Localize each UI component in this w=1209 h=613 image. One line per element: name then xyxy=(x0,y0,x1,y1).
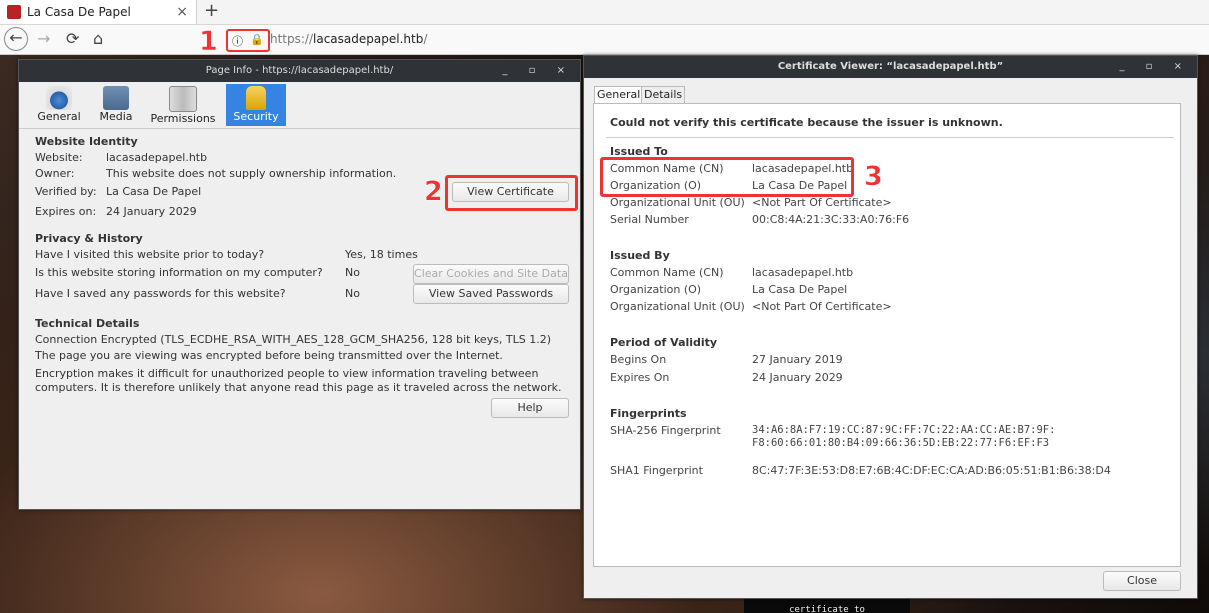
owner-label: Owner: xyxy=(35,167,75,180)
encryption-line-2: The page you are viewing was encrypted b… xyxy=(35,349,503,362)
storing-question: Is this website storing information on m… xyxy=(35,266,323,279)
website-identity-heading: Website Identity xyxy=(35,135,138,148)
verified-by-label: Verified by: xyxy=(35,185,97,198)
expires-on-value: 24 January 2029 xyxy=(752,371,843,384)
issued-to-ou-value: <Not Part Of Certificate> xyxy=(752,196,892,209)
new-tab-button[interactable]: + xyxy=(204,0,219,22)
annotation-number-3: 3 xyxy=(864,161,883,192)
annotation-number-2: 2 xyxy=(424,176,443,207)
visited-answer: Yes, 18 times xyxy=(345,248,418,261)
issued-by-cn-value: lacasadepapel.htb xyxy=(752,266,854,279)
tab-general[interactable]: General xyxy=(33,84,85,126)
page-info-title: Page Info - https://lacasadepapel.htb/ xyxy=(205,65,394,76)
tab-media-label: Media xyxy=(99,110,133,123)
website-value: lacasadepapel.htb xyxy=(106,151,208,164)
window-controls[interactable]: _ ▫ × xyxy=(1119,56,1191,78)
sha1-label: SHA1 Fingerprint xyxy=(610,464,703,477)
forward-button[interactable]: → xyxy=(37,29,50,49)
certificate-viewer-titlebar: Certificate Viewer: “lacasadepapel.htb” … xyxy=(584,56,1197,78)
page-info-window: Page Info - https://lacasadepapel.htb/ _… xyxy=(18,59,581,510)
issued-to-ou-label: Organizational Unit (OU) xyxy=(610,196,745,209)
issued-by-cn-label: Common Name (CN) xyxy=(610,266,724,279)
back-button[interactable]: ← xyxy=(4,27,28,51)
page-info-toolbar: General Media Permissions Security xyxy=(19,82,580,129)
tab-media[interactable]: Media xyxy=(91,84,141,126)
close-button[interactable]: Close xyxy=(1103,571,1181,591)
lock-warning-icon: 🔒 xyxy=(250,33,264,46)
tab-security-label: Security xyxy=(233,110,279,123)
clear-cookies-button[interactable]: Clear Cookies and Site Data xyxy=(413,264,569,284)
url-bar[interactable]: ⓘ 🔒 https://lacasadepapel.htb/ xyxy=(224,29,1209,52)
tab-permissions-label: Permissions xyxy=(150,112,216,125)
security-lock-icon xyxy=(246,86,266,110)
tab-title: La Casa De Papel xyxy=(27,5,131,19)
fingerprints-heading: Fingerprints xyxy=(610,407,687,420)
sha256-value-line-1: 34:A6:8A:F7:19:CC:87:9C:FF:7C:22:AA:CC:A… xyxy=(752,424,1056,436)
serial-number-value: 00:C8:4A:21:3C:33:A0:76:F6 xyxy=(752,213,910,226)
connection-encrypted-text: Connection Encrypted (TLS_ECDHE_RSA_WITH… xyxy=(35,333,552,346)
validity-heading: Period of Validity xyxy=(610,336,718,349)
technical-details-heading: Technical Details xyxy=(35,317,140,330)
window-controls[interactable]: _ ▫ × xyxy=(502,60,574,82)
reload-button[interactable]: ⟳ xyxy=(66,29,79,49)
visited-question: Have I visited this website prior to tod… xyxy=(35,248,265,261)
begins-on-value: 27 January 2019 xyxy=(752,353,843,366)
owner-value: This website does not supply ownership i… xyxy=(106,167,397,180)
help-button[interactable]: Help xyxy=(491,398,569,418)
tab-bar: La Casa De Papel × + xyxy=(0,0,1209,25)
expires-on-label: Expires on: xyxy=(35,205,97,218)
page-info-titlebar: Page Info - https://lacasadepapel.htb/ _… xyxy=(19,60,580,82)
sha1-value: 8C:47:7F:3E:53:D8:E7:6B:4C:DF:EC:CA:AD:B… xyxy=(752,464,1111,477)
annotation-number-1: 1 xyxy=(199,26,218,57)
tab-permissions[interactable]: Permissions xyxy=(147,84,219,126)
tab-cert-general[interactable]: General xyxy=(594,86,644,104)
general-icon xyxy=(46,86,72,110)
expires-on-value: 24 January 2029 xyxy=(106,205,197,218)
encryption-line-3: Encryption makes it difficult for unauth… xyxy=(35,367,539,380)
browser-tab[interactable]: La Casa De Papel × xyxy=(0,0,197,24)
divider xyxy=(606,137,1174,138)
site-identity-button[interactable]: ⓘ 🔒 xyxy=(226,29,270,52)
expires-on-label: Expires On xyxy=(610,371,670,384)
sha256-label: SHA-256 Fingerprint xyxy=(610,424,721,437)
view-saved-passwords-button[interactable]: View Saved Passwords xyxy=(413,284,569,304)
url-scheme: https:// xyxy=(270,32,314,46)
issued-by-ou-label: Organizational Unit (OU) xyxy=(610,300,745,313)
site-favicon xyxy=(7,5,21,19)
website-label: Website: xyxy=(35,151,83,164)
permissions-icon xyxy=(169,86,197,112)
privacy-history-heading: Privacy & History xyxy=(35,232,143,245)
passwords-question: Have I saved any passwords for this webs… xyxy=(35,287,286,300)
cert-general-panel: Could not verify this certificate becaus… xyxy=(593,103,1181,567)
serial-number-label: Serial Number xyxy=(610,213,689,226)
issued-by-o-value: La Casa De Papel xyxy=(752,283,848,296)
annotation-box-2 xyxy=(445,175,578,211)
encryption-line-4: computers. It is therefore unlikely that… xyxy=(35,381,562,394)
storing-answer: No xyxy=(345,266,360,279)
issued-by-ou-value: <Not Part Of Certificate> xyxy=(752,300,892,313)
passwords-answer: No xyxy=(345,287,360,300)
annotation-box-3 xyxy=(600,157,854,197)
tab-security[interactable]: Security xyxy=(226,84,286,126)
verify-warning: Could not verify this certificate becaus… xyxy=(610,116,1003,129)
background-terminal-text: certificate to xyxy=(744,598,910,613)
verified-by-value: La Casa De Papel xyxy=(106,185,202,198)
tab-close-icon[interactable]: × xyxy=(176,4,188,20)
issued-by-o-label: Organization (O) xyxy=(610,283,702,296)
home-button[interactable]: ⌂ xyxy=(93,29,103,49)
media-icon xyxy=(103,86,129,110)
navigation-bar: ← → ⟳ ⌂ ⓘ 🔒 https://lacasadepapel.htb/ xyxy=(0,25,1209,55)
certificate-viewer-window: Certificate Viewer: “lacasadepapel.htb” … xyxy=(583,55,1198,599)
begins-on-label: Begins On xyxy=(610,353,667,366)
sha256-value-line-2: F8:60:66:01:80:B4:09:66:36:5D:EB:22:77:F… xyxy=(752,437,1050,449)
url-host: lacasadepapel.htb xyxy=(313,32,424,46)
certificate-viewer-title: Certificate Viewer: “lacasadepapel.htb” xyxy=(777,61,1004,72)
url-path: / xyxy=(423,32,428,46)
tab-cert-details[interactable]: Details xyxy=(641,86,686,103)
issued-by-heading: Issued By xyxy=(610,249,670,262)
tab-general-label: General xyxy=(37,110,81,123)
info-icon: ⓘ xyxy=(232,35,243,48)
url-text[interactable]: https://lacasadepapel.htb/ xyxy=(270,32,427,46)
